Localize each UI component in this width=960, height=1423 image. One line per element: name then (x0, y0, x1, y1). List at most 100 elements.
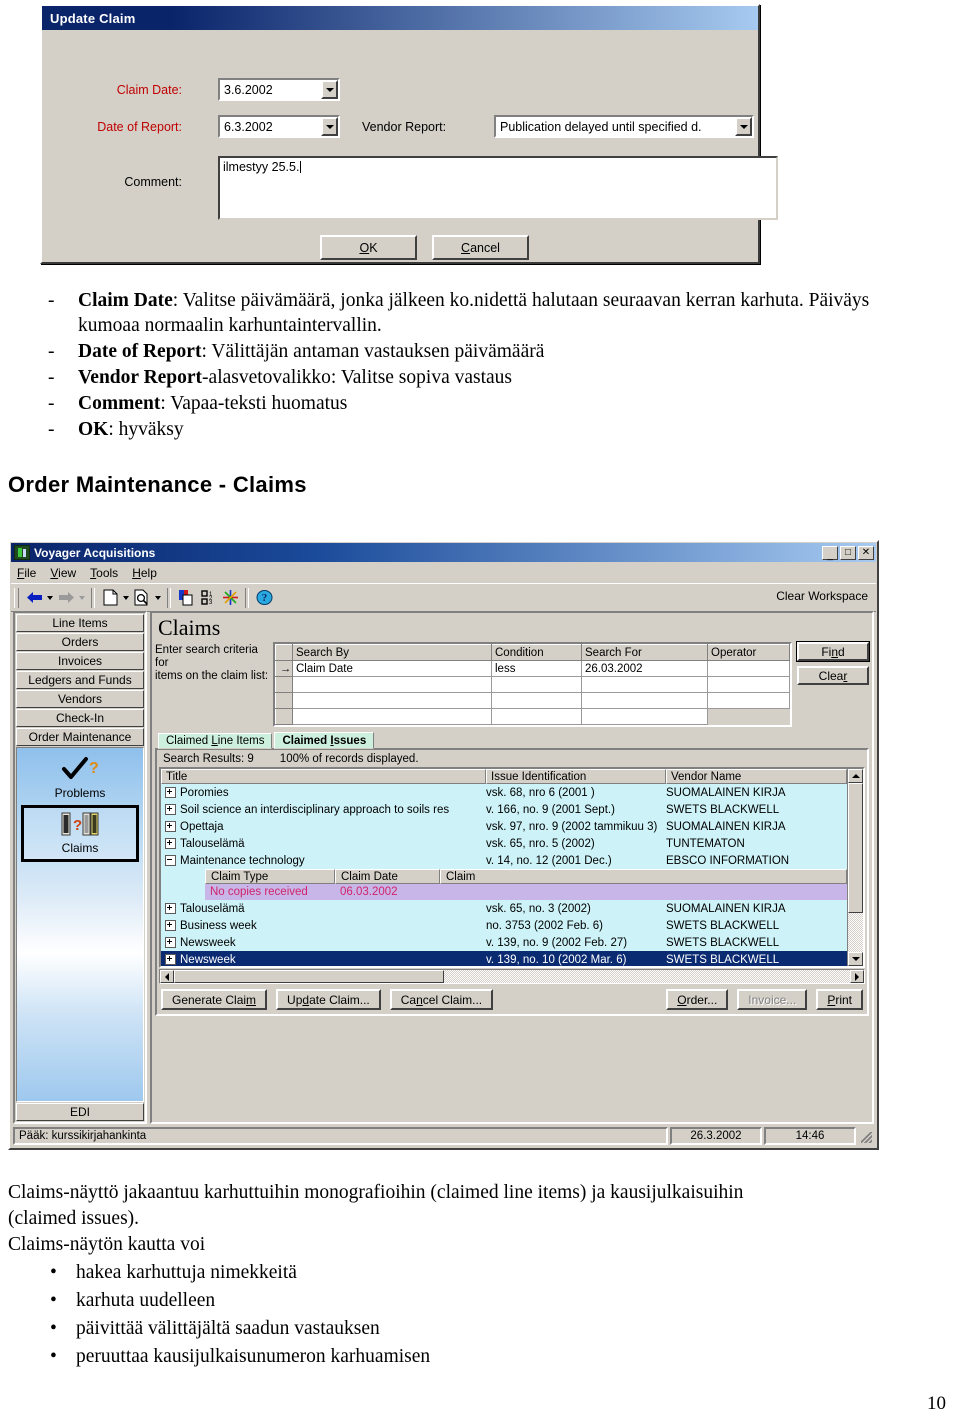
table-row[interactable]: Soil science an interdisciplinary approa… (161, 801, 847, 818)
column-header-vendor-name[interactable]: Vendor Name (666, 769, 847, 784)
subgrid-row[interactable]: No copies received 06.03.2002 (205, 884, 847, 900)
table-row[interactable] (275, 676, 790, 693)
back-arrow-icon[interactable] (23, 587, 45, 609)
scroll-down-button[interactable] (848, 952, 863, 966)
horizontal-scrollbar[interactable] (159, 969, 865, 984)
generate-claim-button[interactable]: Generate Claim (161, 989, 268, 1010)
cancel-button[interactable]: Cancel (432, 235, 529, 260)
cell-search-by[interactable] (292, 692, 492, 709)
vertical-scrollbar[interactable] (847, 769, 863, 966)
column-header-title[interactable]: Title (161, 769, 486, 784)
cell-search-for[interactable] (581, 692, 708, 709)
update-claim-button[interactable]: Update Claim... (276, 989, 381, 1010)
expand-icon[interactable] (165, 821, 176, 832)
barcode-icon[interactable]: 123 (197, 587, 219, 609)
menu-file[interactable]: FFileile (17, 566, 36, 580)
find-button[interactable]: Find (796, 641, 870, 662)
menu-help[interactable]: Help (132, 566, 157, 580)
cell-condition[interactable] (491, 692, 582, 709)
cell-search-for[interactable]: 26.03.2002 (581, 660, 708, 677)
order-button[interactable]: Order... (666, 989, 729, 1010)
maximize-button[interactable]: □ (840, 545, 856, 560)
table-row[interactable]: Poromies vsk. 68, nro 6 (2001 ) SUOMALAI… (161, 784, 847, 801)
comment-textarea[interactable]: ilmestyy 25.5. (218, 156, 778, 220)
claim-date-combo[interactable]: 3.6.2002 (218, 78, 340, 101)
table-row[interactable]: Maintenance technology v. 14, no. 12 (20… (161, 852, 847, 869)
tab-claimed-line-items[interactable]: Claimed Line Items (158, 733, 273, 749)
table-row[interactable]: Talouselämä vsk. 65, nro. 5 (2002) TUNTE… (161, 835, 847, 852)
sidebar-item-invoices[interactable]: Invoices (16, 652, 144, 670)
sidebar-item-order-maintenance[interactable]: Order Maintenance (16, 728, 144, 746)
nav-tile-claims[interactable]: ? Claims (21, 805, 139, 862)
table-row[interactable]: Newsweek v. 139, no. 9 (2002 Feb. 27) SW… (161, 934, 847, 951)
column-header-search-by[interactable]: Search By (292, 644, 492, 661)
date-of-report-combo[interactable]: 6.3.2002 (218, 115, 340, 138)
cell-condition[interactable] (491, 676, 582, 693)
copy-record-icon[interactable] (175, 587, 197, 609)
ok-button[interactable]: OK (320, 235, 417, 260)
search-record-dropdown-icon[interactable] (153, 587, 163, 609)
scroll-up-button[interactable] (848, 769, 863, 783)
hscroll-track[interactable] (444, 970, 850, 983)
table-row[interactable]: Business week no. 3753 (2002 Feb. 6) SWE… (161, 917, 847, 934)
table-row[interactable]: Talouselämä vsk. 65, no. 3 (2002) SUOMAL… (161, 900, 847, 917)
chevron-down-icon[interactable] (321, 117, 338, 136)
new-record-dropdown-icon[interactable] (121, 587, 131, 609)
print-button[interactable]: Print (816, 989, 863, 1010)
table-row[interactable]: Opettaja vsk. 97, nro. 9 (2002 tammikuu … (161, 818, 847, 835)
column-header-claim-date[interactable]: Claim Date (335, 869, 440, 884)
column-header-operator[interactable]: Operator (707, 644, 790, 661)
vscroll-track[interactable] (848, 783, 863, 952)
sidebar-item-ledgers-and-funds[interactable]: Ledgers and Funds (16, 671, 144, 689)
nav-tile-problems[interactable]: ? Problems (21, 756, 139, 800)
help-icon[interactable]: ? (253, 587, 275, 609)
cell-search-by[interactable] (292, 676, 492, 693)
vendor-report-combo[interactable]: Publication delayed until specified d. (494, 115, 754, 138)
resize-grip-icon[interactable] (858, 1127, 874, 1145)
clear-button[interactable]: Clear (797, 666, 869, 685)
sidebar-item-orders[interactable]: Orders (16, 633, 144, 651)
column-header-claim[interactable]: Claim (440, 869, 847, 884)
expand-icon[interactable] (165, 903, 176, 914)
scroll-left-button[interactable] (160, 970, 174, 983)
scroll-right-button[interactable] (850, 970, 864, 983)
table-row[interactable] (275, 692, 790, 709)
column-header-condition[interactable]: Condition (491, 644, 582, 661)
clear-workspace-button[interactable]: Clear Workspace (776, 589, 868, 603)
cell-operator[interactable] (707, 692, 790, 709)
table-row[interactable]: Newsweek v. 139, no. 10 (2002 Mar. 6) SW… (161, 951, 847, 966)
chevron-down-icon[interactable] (321, 80, 338, 99)
chevron-down-icon[interactable] (735, 117, 752, 136)
menu-tools[interactable]: Tools (90, 566, 118, 580)
column-header-claim-type[interactable]: Claim Type (205, 869, 335, 884)
expand-icon[interactable] (165, 787, 176, 798)
toolbar-grip[interactable] (14, 587, 19, 608)
asterisk-icon[interactable] (219, 587, 241, 609)
cell-search-for[interactable] (581, 708, 708, 725)
tab-claimed-issues[interactable]: Claimed Issues (274, 732, 375, 749)
minimize-button[interactable]: _ (822, 545, 838, 561)
sidebar-item-line-items[interactable]: Line Items (16, 614, 144, 632)
expand-icon[interactable] (165, 804, 176, 815)
close-button[interactable]: ✕ (858, 545, 874, 560)
sidebar-item-check-in[interactable]: Check-In (16, 709, 144, 727)
collapse-icon[interactable] (165, 855, 176, 866)
menu-view[interactable]: View (50, 566, 76, 580)
sidebar-item-edi[interactable]: EDI (16, 1103, 144, 1121)
expand-icon[interactable] (165, 954, 176, 965)
new-record-icon[interactable] (99, 587, 121, 609)
cell-search-for[interactable] (581, 676, 708, 693)
column-header-search-for[interactable]: Search For (581, 644, 708, 661)
app-titlebar[interactable]: Voyager Acquisitions _ □ ✕ (11, 543, 876, 562)
cell-condition[interactable] (491, 708, 582, 725)
hscroll-thumb[interactable] (174, 970, 444, 983)
search-criteria-table[interactable]: Search By Condition Search For Operator … (273, 642, 792, 727)
cell-operator[interactable] (707, 676, 790, 693)
back-dropdown-icon[interactable] (45, 587, 55, 609)
expand-icon[interactable] (165, 838, 176, 849)
cell-search-by[interactable] (292, 708, 492, 725)
table-row[interactable] (275, 708, 790, 725)
expand-icon[interactable] (165, 937, 176, 948)
cell-search-by[interactable]: Claim Date (292, 660, 492, 677)
vscroll-thumb[interactable] (848, 783, 863, 913)
